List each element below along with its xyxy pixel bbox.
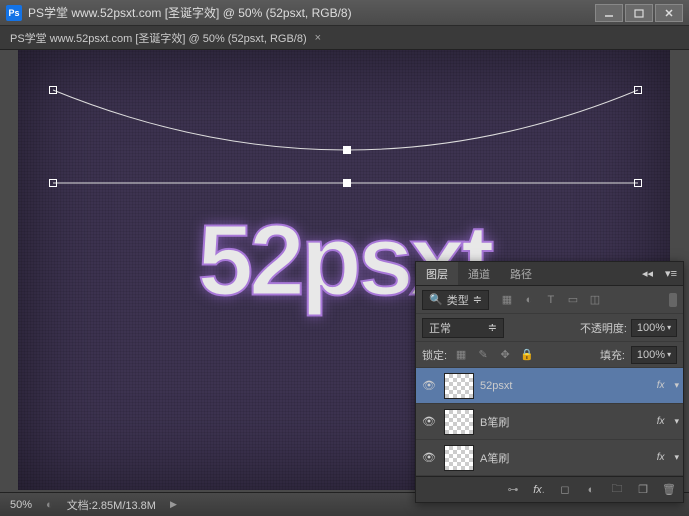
link-layers-icon[interactable]: ⊶ bbox=[505, 482, 521, 498]
zoom-level[interactable]: 50% bbox=[10, 499, 32, 511]
tab-channels[interactable]: 通道 bbox=[458, 262, 500, 285]
close-icon[interactable]: × bbox=[315, 32, 321, 44]
tab-paths[interactable]: 路径 bbox=[500, 262, 542, 285]
kind-filter-dropdown[interactable]: 🔍 类型 ≑ bbox=[422, 290, 489, 310]
type-filter-icon[interactable]: T bbox=[543, 292, 559, 308]
lock-all-icon[interactable]: 🔒 bbox=[519, 347, 535, 363]
chevron-down-icon[interactable]: ▾ bbox=[674, 452, 679, 463]
layer-name[interactable]: B笔刷 bbox=[480, 414, 651, 430]
shape-filter-icon[interactable]: ▭ bbox=[565, 292, 581, 308]
chevron-down-icon: ≑ bbox=[488, 321, 497, 334]
transform-handle[interactable] bbox=[634, 179, 642, 187]
layer-name[interactable]: 52psxt bbox=[480, 380, 651, 392]
minimize-button[interactable] bbox=[595, 4, 623, 22]
delete-layer-icon[interactable]: 🗑 bbox=[661, 482, 677, 498]
panel-footer: ⊶ fx. ◻ ◐ 🗀 ❐ 🗑 bbox=[416, 476, 683, 502]
lock-row: 锁定: ▦ ✎ ✥ 🔒 填充: 100%▾ bbox=[416, 342, 683, 368]
collapse-icon[interactable]: ◂◂ bbox=[636, 267, 659, 280]
window-title: PS学堂 www.52psxt.com [圣诞字效] @ 50% (52psxt… bbox=[28, 4, 595, 21]
lock-transparency-icon[interactable]: ▦ bbox=[453, 347, 469, 363]
fx-badge[interactable]: fx bbox=[657, 416, 665, 427]
tab-layers[interactable]: 图层 bbox=[416, 262, 458, 285]
search-icon: 🔍 bbox=[429, 293, 443, 306]
anchor-point[interactable] bbox=[343, 146, 351, 154]
titlebar: Ps PS学堂 www.52psxt.com [圣诞字效] @ 50% (52p… bbox=[0, 0, 689, 26]
smart-filter-icon[interactable]: ◫ bbox=[587, 292, 603, 308]
ps-logo: Ps bbox=[6, 5, 22, 21]
filter-toggle[interactable] bbox=[669, 293, 677, 307]
status-icon[interactable]: ◐ bbox=[46, 499, 53, 511]
transform-handle[interactable] bbox=[49, 179, 57, 187]
window-controls bbox=[595, 4, 683, 22]
lock-position-icon[interactable]: ✥ bbox=[497, 347, 513, 363]
layer-mask-icon[interactable]: ◻ bbox=[557, 482, 573, 498]
document-tab[interactable]: PS学堂 www.52psxt.com [圣诞字效] @ 50% (52psxt… bbox=[0, 26, 689, 50]
new-layer-icon[interactable]: ❐ bbox=[635, 482, 651, 498]
chevron-down-icon[interactable]: ▾ bbox=[674, 380, 679, 391]
layers-panel: 图层 通道 路径 ◂◂ ▾≡ 🔍 类型 ≑ ▦ ◐ T ▭ ◫ 正常 ≑ 不透明… bbox=[415, 261, 684, 503]
opacity-label: 不透明度: bbox=[580, 320, 627, 336]
blend-row: 正常 ≑ 不透明度: 100%▾ bbox=[416, 314, 683, 342]
fx-badge[interactable]: fx bbox=[657, 380, 665, 391]
layer-item[interactable]: 👁 A笔刷 fx ▾ bbox=[416, 440, 683, 476]
layer-list: 👁 52psxt fx ▾ 👁 B笔刷 fx ▾ 👁 A笔刷 fx ▾ bbox=[416, 368, 683, 476]
adjustment-layer-icon[interactable]: ◐ bbox=[583, 482, 599, 498]
filter-icons: ▦ ◐ T ▭ ◫ bbox=[499, 292, 603, 308]
blend-mode-dropdown[interactable]: 正常 ≑ bbox=[422, 318, 504, 338]
adjustment-filter-icon[interactable]: ◐ bbox=[521, 292, 537, 308]
transform-handle[interactable] bbox=[634, 86, 642, 94]
layer-item[interactable]: 👁 B笔刷 fx ▾ bbox=[416, 404, 683, 440]
close-button[interactable] bbox=[655, 4, 683, 22]
chevron-right-icon[interactable]: ▶ bbox=[170, 499, 177, 510]
visibility-icon[interactable]: 👁 bbox=[420, 377, 438, 395]
document-tab-title: PS学堂 www.52psxt.com [圣诞字效] @ 50% (52psxt… bbox=[10, 30, 307, 46]
lock-label: 锁定: bbox=[422, 347, 447, 363]
fill-input[interactable]: 100%▾ bbox=[631, 346, 677, 364]
layer-thumbnail[interactable] bbox=[444, 409, 474, 435]
pixel-filter-icon[interactable]: ▦ bbox=[499, 292, 515, 308]
chevron-down-icon[interactable]: ▾ bbox=[674, 416, 679, 427]
doc-size: 文档:2.85M/13.8M bbox=[67, 497, 156, 513]
chevron-down-icon: ≑ bbox=[473, 293, 482, 306]
group-icon[interactable]: 🗀 bbox=[609, 482, 625, 498]
visibility-icon[interactable]: 👁 bbox=[420, 413, 438, 431]
layer-style-icon[interactable]: fx. bbox=[531, 482, 547, 498]
layer-item[interactable]: 👁 52psxt fx ▾ bbox=[416, 368, 683, 404]
fill-label: 填充: bbox=[600, 347, 625, 363]
opacity-input[interactable]: 100%▾ bbox=[631, 319, 677, 337]
layer-thumbnail[interactable] bbox=[444, 445, 474, 471]
anchor-point[interactable] bbox=[343, 179, 351, 187]
lock-pixels-icon[interactable]: ✎ bbox=[475, 347, 491, 363]
panel-tabs: 图层 通道 路径 ◂◂ ▾≡ bbox=[416, 262, 683, 286]
maximize-button[interactable] bbox=[625, 4, 653, 22]
fx-badge[interactable]: fx bbox=[657, 452, 665, 463]
transform-handle[interactable] bbox=[49, 86, 57, 94]
filter-row: 🔍 类型 ≑ ▦ ◐ T ▭ ◫ bbox=[416, 286, 683, 314]
layer-name[interactable]: A笔刷 bbox=[480, 450, 651, 466]
panel-menu-icon[interactable]: ▾≡ bbox=[659, 267, 683, 280]
layer-thumbnail[interactable] bbox=[444, 373, 474, 399]
visibility-icon[interactable]: 👁 bbox=[420, 449, 438, 467]
